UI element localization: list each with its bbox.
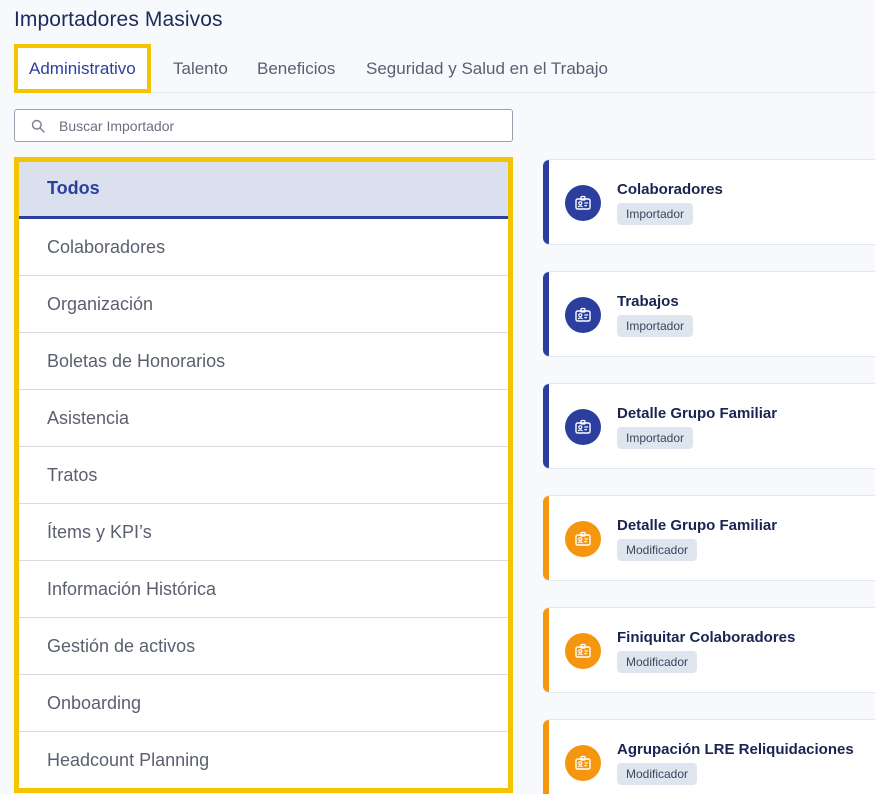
- card-type-badge: Importador: [617, 203, 694, 225]
- id-card-icon: [565, 745, 601, 781]
- importer-card[interactable]: Detalle Grupo Familiar Modificador: [543, 495, 875, 581]
- category-gestion-activos[interactable]: Gestión de activos: [19, 618, 508, 675]
- card-title: Colaboradores: [617, 181, 723, 198]
- importer-card[interactable]: Finiquitar Colaboradores Modificador: [543, 607, 875, 693]
- card-title: Detalle Grupo Familiar: [617, 517, 778, 534]
- card-type-badge: Modificador: [617, 651, 698, 673]
- card-title: Detalle Grupo Familiar: [617, 405, 778, 422]
- id-card-icon: [565, 633, 601, 669]
- search-input[interactable]: [59, 110, 499, 141]
- category-headcount-planning[interactable]: Headcount Planning: [19, 732, 508, 788]
- importer-card[interactable]: Agrupación LRE Reliquidaciones Modificad…: [543, 719, 875, 794]
- category-todos[interactable]: Todos: [19, 162, 508, 219]
- tab-talento[interactable]: Talento: [173, 44, 228, 93]
- card-accent-bar: [543, 272, 549, 356]
- category-colaboradores[interactable]: Colaboradores: [19, 219, 508, 276]
- category-organizacion[interactable]: Organización: [19, 276, 508, 333]
- card-accent-bar: [543, 608, 549, 692]
- card-accent-bar: [543, 720, 549, 794]
- importer-card[interactable]: Trabajos Importador: [543, 271, 875, 357]
- category-tratos[interactable]: Tratos: [19, 447, 508, 504]
- card-type-badge: Modificador: [617, 539, 698, 561]
- card-accent-bar: [543, 496, 549, 580]
- card-type-badge: Importador: [617, 427, 694, 449]
- id-card-icon: [565, 409, 601, 445]
- card-title: Finiquitar Colaboradores: [617, 629, 796, 646]
- category-onboarding[interactable]: Onboarding: [19, 675, 508, 732]
- id-card-icon: [565, 185, 601, 221]
- card-title: Agrupación LRE Reliquidaciones: [617, 741, 854, 758]
- id-card-icon: [565, 521, 601, 557]
- card-accent-bar: [543, 384, 549, 468]
- card-accent-bar: [543, 160, 549, 244]
- card-type-badge: Modificador: [617, 763, 698, 785]
- search-box: [14, 109, 513, 142]
- tab-seguridad-salud[interactable]: Seguridad y Salud en el Trabajo: [366, 44, 608, 93]
- card-title: Trabajos: [617, 293, 679, 310]
- id-card-icon: [565, 297, 601, 333]
- category-list: Todos Colaboradores Organización Boletas…: [14, 157, 513, 793]
- search-icon: [31, 119, 45, 133]
- page: Importadores Masivos Administrativo Tale…: [0, 0, 875, 794]
- tab-beneficios[interactable]: Beneficios: [257, 44, 335, 93]
- category-informacion-historica[interactable]: Información Histórica: [19, 561, 508, 618]
- category-boletas-honorarios[interactable]: Boletas de Honorarios: [19, 333, 508, 390]
- category-asistencia[interactable]: Asistencia: [19, 390, 508, 447]
- importer-card[interactable]: Detalle Grupo Familiar Importador: [543, 383, 875, 469]
- page-title: Importadores Masivos: [14, 8, 223, 31]
- importer-card[interactable]: Colaboradores Importador: [543, 159, 875, 245]
- importer-card-list: Colaboradores Importador Trabajos Import…: [543, 159, 875, 794]
- tab-administrativo[interactable]: Administrativo: [14, 44, 151, 93]
- tab-bar: Administrativo Talento Beneficios Seguri…: [14, 44, 875, 93]
- card-type-badge: Importador: [617, 315, 694, 337]
- category-items-kpis[interactable]: Ítems y KPI’s: [19, 504, 508, 561]
